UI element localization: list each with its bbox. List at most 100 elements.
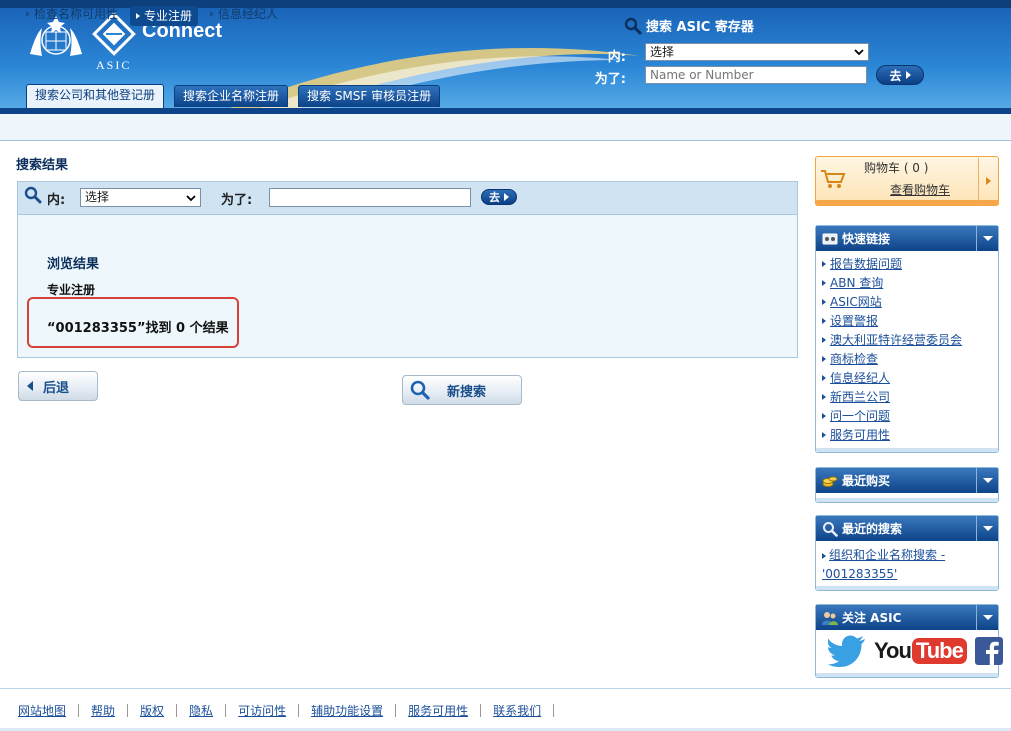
register-select[interactable]: 选择	[80, 188, 201, 207]
search-icon	[624, 17, 642, 34]
follow-asic-toggle[interactable]	[976, 605, 998, 630]
twitter-icon[interactable]	[828, 635, 866, 667]
search-icon	[823, 521, 838, 537]
tab-search-business-names[interactable]: 搜索企业名称注册	[174, 85, 289, 107]
footer-link-help[interactable]: 帮助	[91, 702, 115, 719]
arrow-left-icon	[27, 381, 33, 391]
register-select-value: 选择	[85, 190, 110, 204]
link-label: 新西兰公司	[830, 390, 891, 404]
quick-link-ask-a-question[interactable]: 问一个问题	[822, 406, 962, 425]
cart-expand-button[interactable]	[978, 158, 998, 204]
footer-link-accessibility[interactable]: 可访问性	[238, 702, 286, 719]
footer-link-service-availability[interactable]: 服务可用性	[408, 702, 468, 719]
recent-purchases-widget: 最近购买	[815, 467, 999, 503]
browse-results-heading: 浏览结果	[47, 257, 100, 272]
header-register-select[interactable]: 选择	[645, 43, 869, 61]
quick-link-franchise-council[interactable]: 澳大利亚特许经营委员会	[822, 330, 962, 349]
search-go-label: 去	[489, 191, 500, 204]
quick-links-toggle[interactable]	[976, 226, 998, 251]
chevron-down-icon	[854, 49, 864, 56]
footer-divider	[0, 688, 1011, 689]
quick-link-service-availability[interactable]: 服务可用性	[822, 425, 962, 444]
widget-bottom	[816, 498, 998, 502]
quick-link-trade-mark-check[interactable]: 商标检查	[822, 349, 962, 368]
quick-links-icon	[822, 233, 838, 244]
footer-link-copyright[interactable]: 版权	[140, 702, 164, 719]
quick-links-header: 快速链接	[816, 226, 998, 251]
subnav-label: 信息经纪人	[218, 7, 279, 21]
header-register-select-value: 选择	[650, 45, 675, 59]
youtube-you-text: You	[874, 638, 912, 663]
header-go-label: 去	[889, 68, 902, 83]
link-label: 信息经纪人	[830, 371, 891, 385]
header-search-input[interactable]	[645, 66, 867, 84]
footer-separator	[127, 704, 129, 717]
arrow-right-icon	[136, 12, 140, 19]
subnav-check-name-availability[interactable]: 检查名称可用性	[26, 5, 118, 22]
widget-bottom	[816, 673, 998, 677]
people-icon	[822, 611, 838, 625]
chevron-down-icon	[982, 236, 993, 241]
subnav-professional-registers[interactable]: 专业注册	[130, 6, 199, 26]
quick-links-title: 快速链接	[842, 232, 891, 246]
subnav-information-brokers[interactable]: 信息经纪人	[210, 5, 278, 22]
recent-search-line: 组织和企业名称搜索 -	[829, 548, 946, 562]
header-search-title: 搜索 ASIC 寄存器	[624, 16, 754, 35]
link-label: 问一个问题	[830, 409, 891, 423]
header-go-button[interactable]: 去	[876, 65, 924, 85]
quick-link-abn-lookup[interactable]: ABN 查询	[822, 273, 962, 292]
arrow-right-icon	[905, 71, 911, 79]
chevron-down-icon	[186, 195, 196, 202]
footer-separator	[225, 704, 227, 717]
link-label: 服务可用性	[830, 428, 891, 442]
arrow-right-icon	[822, 336, 826, 343]
new-search-button[interactable]: 新搜索	[402, 375, 522, 405]
chevron-down-icon	[982, 526, 993, 531]
back-button[interactable]: 后退	[18, 371, 98, 401]
footer-link-accessibility-settings[interactable]: 辅助功能设置	[311, 702, 383, 719]
arrow-right-icon	[822, 355, 826, 362]
recent-searches-header: 最近的搜索	[816, 516, 998, 541]
view-cart-link[interactable]: 查看购物车	[890, 181, 950, 198]
quick-link-asic-website[interactable]: ASIC网站	[822, 292, 962, 311]
quick-link-information-brokers[interactable]: 信息经纪人	[822, 368, 962, 387]
tab-label: 搜索公司和其他登记册	[35, 88, 156, 102]
recent-searches-widget: 最近的搜索 组织和企业名称搜索 - '001283355'	[815, 515, 999, 591]
arrow-right-icon	[210, 10, 214, 17]
footer-separator	[395, 704, 397, 717]
follow-asic-header: 关注 ASIC	[816, 605, 998, 630]
search-go-button[interactable]: 去	[481, 189, 517, 205]
arrow-right-icon	[822, 393, 826, 400]
link-label: 商标检查	[830, 352, 879, 366]
tab-search-smsf-auditors[interactable]: 搜索 SMSF 审核员注册	[298, 85, 441, 107]
quick-link-report-data-issue[interactable]: 报告数据问题	[822, 254, 962, 273]
recent-searches-toggle[interactable]	[976, 516, 998, 541]
recent-search-link[interactable]: 组织和企业名称搜索 - '001283355'	[822, 546, 945, 584]
footer-link-contact-us[interactable]: 联系我们	[493, 702, 541, 719]
footer-link-sitemap[interactable]: 网站地图	[18, 702, 66, 719]
quick-link-nz-companies[interactable]: 新西兰公司	[822, 387, 962, 406]
register-type-label: 专业注册	[47, 283, 96, 297]
arrow-right-icon	[986, 177, 991, 185]
footer-link-privacy[interactable]: 隐私	[189, 702, 213, 719]
quick-link-set-alerts[interactable]: 设置警报	[822, 311, 962, 330]
asic-wordmark: ASIC	[96, 58, 132, 72]
cart-count: 购物车 ( 0 )	[864, 161, 929, 175]
facebook-icon[interactable]	[974, 637, 1003, 665]
youtube-logo[interactable]: You Tube	[874, 638, 967, 664]
page-title: 搜索结果	[16, 158, 69, 173]
tab-search-companies[interactable]: 搜索公司和其他登记册	[26, 84, 165, 108]
subnav-label: 检查名称可用性	[34, 7, 119, 21]
chevron-down-icon	[982, 478, 993, 483]
recent-searches-title: 最近的搜索	[842, 522, 903, 536]
widget-bottom	[816, 448, 998, 452]
arrow-right-icon	[822, 374, 826, 381]
search-term-input[interactable]	[269, 188, 471, 207]
recent-search-line: '001283355'	[822, 567, 898, 581]
coins-icon	[822, 476, 838, 487]
arrow-right-icon	[822, 317, 826, 324]
footer-separator	[298, 704, 300, 717]
link-label: 报告数据问题	[830, 257, 903, 271]
search-icon	[410, 380, 430, 400]
recent-purchases-toggle[interactable]	[976, 468, 998, 493]
